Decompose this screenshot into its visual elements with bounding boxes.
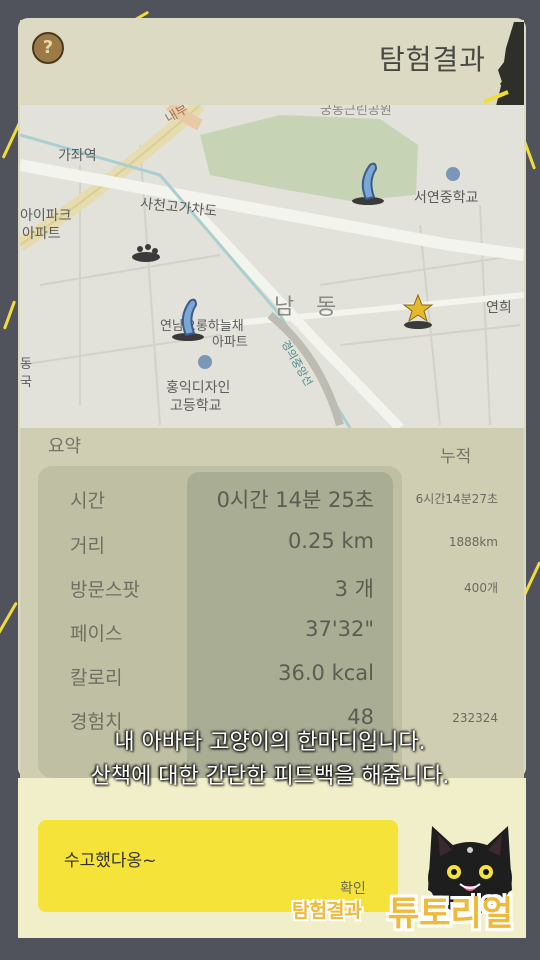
tutorial-badge-big: 튜토리얼 [388, 894, 514, 934]
row-label: 페이스 [70, 623, 123, 645]
row-label: 칼로리 [70, 667, 123, 689]
row-cumulative: 400개 [464, 581, 498, 595]
cat-silhouette-icon [484, 22, 524, 106]
cumulative-heading: 누적 [440, 447, 472, 467]
map-label-seoyeon: 서연중학교 [414, 190, 479, 206]
row-label: 방문스팟 [70, 579, 140, 601]
summary-row-pace: 페이스 37'32" [20, 615, 524, 651]
row-label: 시간 [70, 490, 105, 512]
school-icon [198, 355, 212, 369]
summary-row-spots: 방문스팟 3 개 400개 [20, 571, 524, 607]
row-cumulative: 6시간14분27초 [415, 492, 498, 506]
map-label-sacheon: 사천고가차도 [139, 195, 218, 220]
map-label-ohrong2: 아파트 [212, 335, 248, 350]
map-label-rail: 경의중앙선 [278, 338, 316, 389]
map-label-hongik2: 고등학교 [170, 398, 222, 414]
tutorial-line-2: 산책에 대한 간단한 피드백을 해줍니다. [90, 764, 450, 789]
map-label-top-road: 내부 [162, 105, 192, 127]
route-map[interactable]: 내부 궁동근린공원 가좌역 사천고가차도 서연중학교 아이파크 아파트 남 동 … [20, 105, 524, 428]
summary-row-calories: 칼로리 36.0 kcal [20, 659, 524, 695]
summary-row-distance: 거리 0.25 km 1888km [20, 527, 524, 563]
map-label-ipark1: 아이파크 [20, 208, 72, 224]
tutorial-line-1: 내 아바타 고양이의 한마디입니다. [114, 730, 426, 755]
help-button[interactable]: ? [32, 32, 64, 64]
row-value: 0시간 14분 25초 [216, 488, 374, 512]
spot-marker-icon[interactable] [170, 297, 210, 343]
avatar-panel: 수고했다옹~ 확인 탐험결과 튜토리얼 [18, 778, 526, 938]
star-marker-icon[interactable] [400, 291, 436, 331]
tutorial-caption: 내 아바타 고양이의 한마디입니다. 산책에 대한 간단한 피드백을 해줍니다. [0, 726, 540, 794]
summary-heading: 요약 [48, 436, 82, 457]
confirm-button[interactable]: 확인 [340, 878, 366, 898]
map-label-ipark2: 아파트 [22, 226, 61, 242]
row-label: 거리 [70, 535, 105, 557]
row-cumulative: 232324 [452, 711, 498, 725]
map-label-top-park: 궁동근린공원 [320, 105, 392, 118]
spot-marker-icon[interactable] [350, 161, 390, 207]
map-label-hongik1: 홍익디자인 [166, 380, 231, 396]
map-label-gajwa: 가좌역 [58, 148, 97, 164]
map-label-dong-left: 동 [20, 357, 32, 372]
map-label-nam: 남 [274, 295, 295, 320]
map-label-dong: 동 [316, 295, 337, 320]
map-label-dong-left2: 국 [20, 375, 32, 390]
school-icon [446, 167, 460, 181]
map-label-yeonhui: 연희 [486, 300, 512, 316]
header: ? 탐험결과 [20, 20, 524, 106]
tutorial-badge-small: 탐험결과 [292, 900, 362, 922]
row-value: 37'32" [305, 617, 374, 641]
paw-marker-icon[interactable] [128, 241, 164, 263]
row-cumulative: 1888km [448, 535, 498, 549]
row-value: 0.25 km [287, 529, 374, 553]
page-title: 탐험결과 [378, 43, 486, 76]
row-value: 3 개 [334, 577, 374, 601]
row-value: 36.0 kcal [278, 661, 374, 685]
map-labels: 내부 궁동근린공원 가좌역 사천고가차도 서연중학교 아이파크 아파트 남 동 … [20, 105, 524, 428]
help-icon: ? [42, 37, 54, 58]
summary-row-time: 시간 0시간 14분 25초 6시간14분27초 [20, 482, 524, 518]
avatar-message: 수고했다옹~ [64, 851, 157, 871]
